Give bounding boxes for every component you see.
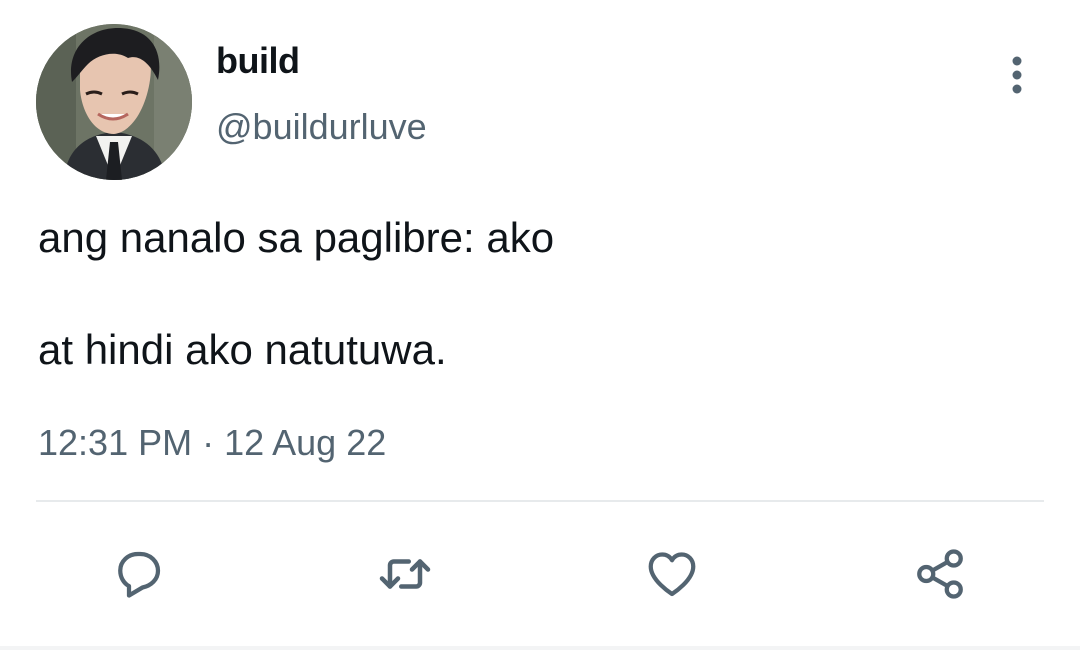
retweet-button[interactable]	[374, 543, 436, 605]
share-icon	[917, 549, 963, 599]
tweet-text-line: at hindi ako natutuwa.	[38, 326, 447, 373]
divider	[36, 500, 1044, 502]
reply-button[interactable]	[108, 543, 170, 605]
avatar[interactable]	[36, 24, 192, 180]
author-display-name[interactable]: build	[216, 40, 300, 82]
screen-edge	[0, 646, 1080, 650]
more-vertical-icon	[1012, 56, 1022, 94]
more-options-button[interactable]	[996, 52, 1038, 98]
tweet-timestamp[interactable]: 12:31 PM · 12 Aug 22	[38, 422, 386, 464]
retweet-icon	[379, 559, 431, 589]
avatar-photo	[36, 24, 192, 180]
share-button[interactable]	[909, 543, 971, 605]
reply-icon	[118, 551, 161, 598]
author-handle[interactable]: @buildurluve	[216, 106, 427, 148]
like-button[interactable]	[641, 543, 703, 605]
tweet-text-line: ang nanalo sa paglibre: ako	[38, 214, 555, 261]
heart-icon	[648, 552, 696, 597]
